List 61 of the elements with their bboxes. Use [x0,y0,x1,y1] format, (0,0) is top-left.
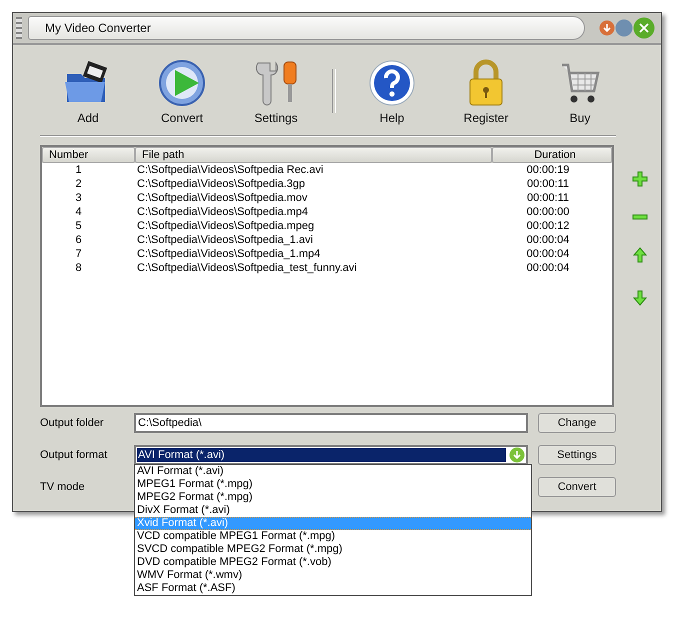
table-cell-text: 00:00:19 [526,163,570,177]
play-icon [158,59,206,107]
down-arrow-icon[interactable] [633,290,647,306]
toolbar-button[interactable]: Convert [144,59,220,125]
dropdown-option[interactable]: DVD compatible MPEG2 Format (*.vob) [135,556,531,569]
table-cell-text: 00:00:12 [526,219,570,233]
minimize-icon[interactable] [599,20,615,36]
maximize-icon[interactable] [615,19,633,37]
field-label: TV mode [40,481,86,493]
dropdown-option[interactable]: DivX Format (*.avi) [135,504,531,517]
toolbar-button[interactable]: Register [448,59,524,125]
table-cell-text: 00:00:11 [526,177,570,191]
minus-icon[interactable] [632,214,648,220]
table-cell-text: C:\Softpedia\Videos\Softpedia_1.mp4 [136,247,322,261]
table-cell-text: 5 [74,219,83,233]
grip-handle[interactable] [16,17,22,39]
close-icon[interactable] [633,17,655,39]
table-cell-text: 00:00:04 [526,247,570,261]
dropdown-option[interactable]: AVI Format (*.avi) [135,465,531,478]
table-cell-text: 00:00:00 [526,205,570,219]
up-arrow-icon[interactable] [633,247,647,263]
table-cell-text: 00:00:04 [526,261,570,275]
help-icon [368,59,416,107]
toolbar-button[interactable]: Buy [542,59,618,125]
dropdown-option[interactable]: VCD compatible MPEG1 Format (*.mpg) [135,530,531,543]
table-cell-text: 8 [74,261,83,275]
table-cell-text: 3 [74,191,83,205]
change-button[interactable]: Change [538,413,616,433]
table-cell-text: C:\Softpedia\Videos\Softpedia_1.avi [136,233,314,247]
column-header[interactable]: File path [135,147,492,163]
dropdown-option[interactable]: ASF Format (*.ASF) [135,582,531,595]
field-label: Output format [40,449,108,461]
window-title: My Video Converter [45,21,151,35]
table-cell-text: C:\Softpedia\Videos\Softpedia_test_funny.avi [136,261,358,275]
field-label: Output folder [40,417,105,429]
table-cell-text: 7 [74,247,83,261]
dropdown-option[interactable]: MPEG1 Format (*.mpg) [135,478,531,491]
toolbar-button[interactable]: Help [354,59,430,125]
convert-button[interactable]: Convert [538,477,616,497]
settings-button[interactable]: Settings [538,445,616,465]
dropdown-option[interactable]: MPEG2 Format (*.mpg) [135,491,531,504]
table-cell-text: 00:00:04 [526,233,570,247]
table-cell-text: 1 [74,163,83,177]
dropdown-option[interactable]: WMV Format (*.wmv) [135,569,531,582]
toolbar-button[interactable]: Add [50,59,126,125]
toolbar-button[interactable]: Settings [238,59,314,125]
table-cell-text: 6 [74,233,83,247]
table-cell-text: C:\Softpedia\Videos\Softpedia.mp4 [136,205,310,219]
table-cell-text: 2 [74,177,83,191]
table-cell-text: 00:00:11 [526,191,570,205]
table-cell-text: C:\Softpedia\Videos\Softpedia.3gp [136,177,306,191]
table-cell-text: C:\Softpedia\Videos\Softpedia.mov [136,191,308,205]
table-cell-text: 4 [74,205,83,219]
folder-field[interactable]: C:\Softpedia\ [134,413,528,433]
plus-icon[interactable] [632,171,648,187]
dropdown-option[interactable]: SVCD compatible MPEG2 Format (*.mpg) [135,543,531,556]
table-cell-text: C:\Softpedia\Videos\Softpedia.mpeg [136,219,316,233]
table-cell-text: C:\Softpedia\Videos\Softpedia Rec.avi [136,163,324,177]
column-header[interactable]: Duration [492,147,612,163]
column-header[interactable]: Number [42,147,135,163]
format-dropdown[interactable]: AVI Format (*.avi) [134,445,528,465]
